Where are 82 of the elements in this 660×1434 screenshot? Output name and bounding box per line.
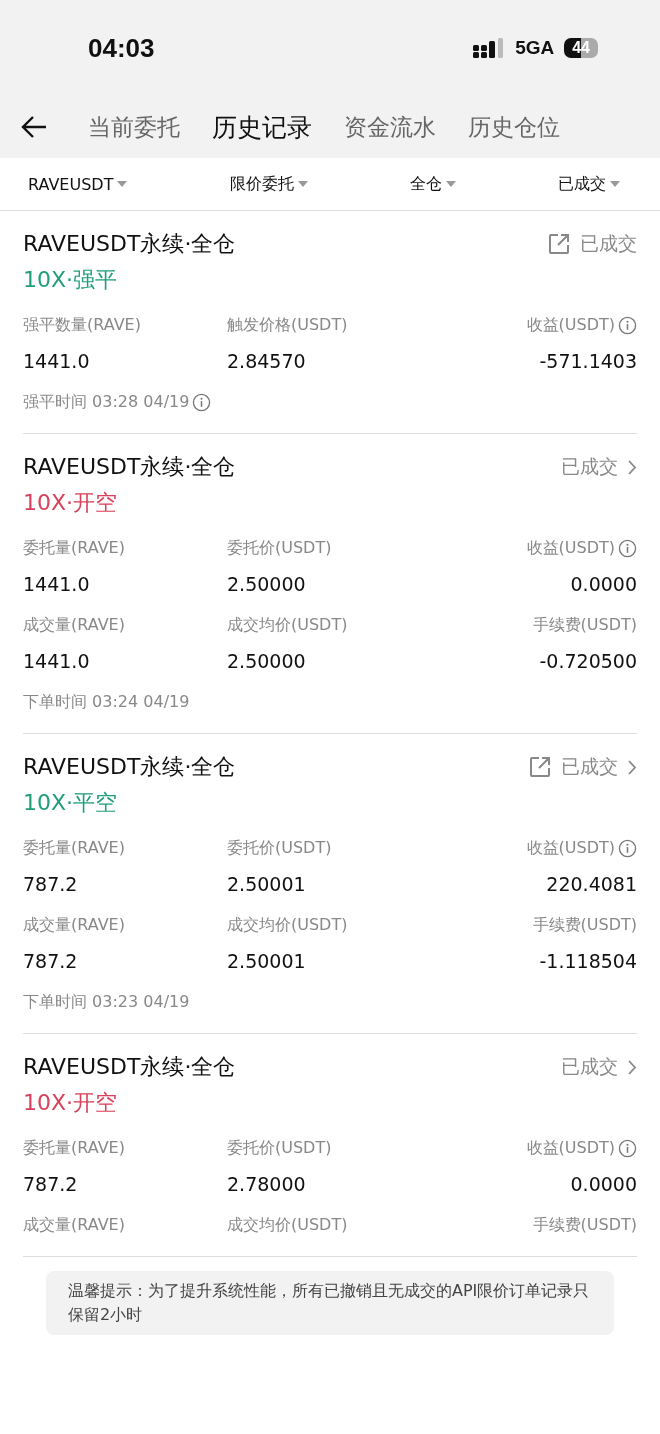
- tab[interactable]: 资金流水: [328, 111, 452, 143]
- field-label: 成交均价(USDT): [227, 615, 348, 636]
- field-label: 手续费(USDT): [532, 1215, 637, 1236]
- field-value: 787.2: [23, 1173, 79, 1195]
- field-value: 0.0000: [570, 573, 637, 595]
- order-time: 强平时间 03:28 04/19: [23, 392, 190, 413]
- field-label: 收益(USDT): [526, 1138, 615, 1159]
- field-label: 强平数量(RAVE): [23, 315, 141, 336]
- field-label: 成交量(RAVE): [23, 915, 125, 936]
- field-value: 220.4081: [546, 873, 637, 895]
- leverage-side: 10X·平空: [23, 789, 119, 817]
- field-label: 委托价(USDT): [227, 838, 332, 859]
- field-label: 成交量(RAVE): [23, 1215, 125, 1236]
- field-value: 1441.0: [23, 350, 91, 372]
- field-value: 2.50001: [227, 950, 307, 972]
- field-label: 委托价(USDT): [227, 1138, 332, 1159]
- order-status[interactable]: 已成交: [561, 754, 618, 780]
- back-arrow-icon[interactable]: [20, 115, 48, 139]
- chevron-right-icon[interactable]: [628, 1059, 637, 1075]
- order-title: RAVEUSDT永续·全仓: [23, 453, 236, 481]
- field-value: 2.78000: [227, 1173, 307, 1195]
- leverage-side: 10X·开空: [23, 489, 119, 517]
- field-label: 成交量(RAVE): [23, 615, 125, 636]
- chevron-right-icon[interactable]: [628, 759, 637, 775]
- order-title: RAVEUSDT永续·全仓: [23, 1053, 236, 1081]
- share-icon[interactable]: [548, 233, 570, 255]
- leverage-side: 10X·开空: [23, 1089, 119, 1117]
- field-value: -1.118504: [539, 950, 637, 972]
- signal-icon: [473, 38, 506, 58]
- field-value: 2.84570: [227, 350, 307, 372]
- field-value: 787.2: [23, 950, 79, 972]
- field-value: -571.1403: [539, 350, 637, 372]
- field-value: 1441.0: [23, 650, 91, 672]
- info-icon[interactable]: [618, 839, 637, 858]
- field-label: 收益(USDT): [526, 315, 615, 336]
- order-time: 下单时间 03:24 04/19: [23, 692, 190, 713]
- field-value: 2.50000: [227, 573, 307, 595]
- field-label: 收益(USDT): [526, 538, 615, 559]
- info-icon[interactable]: [618, 316, 637, 335]
- chevron-right-icon[interactable]: [628, 459, 637, 475]
- caret-icon: [117, 181, 128, 187]
- info-icon[interactable]: [618, 539, 637, 558]
- field-value: 787.2: [23, 873, 79, 895]
- tab[interactable]: 历史记录: [196, 110, 328, 144]
- field-label: 委托量(RAVE): [23, 838, 125, 859]
- field-value: 1441.0: [23, 573, 91, 595]
- filter-dropdown[interactable]: 已成交: [557, 173, 620, 195]
- battery-level: 44: [564, 38, 598, 58]
- field-label: 成交均价(USDT): [227, 1215, 348, 1236]
- order-time: 下单时间 03:23 04/19: [23, 992, 190, 1013]
- leverage-side: 10X·强平: [23, 266, 119, 294]
- caret-icon: [445, 181, 456, 187]
- network-label: 5GA: [515, 37, 555, 59]
- info-icon[interactable]: [618, 1139, 637, 1158]
- filter-dropdown[interactable]: 全仓: [409, 173, 456, 195]
- notice-banner: 温馨提示：为了提升系统性能，所有已撤销且无成交的API限价订单记录只保留2小时: [46, 1271, 614, 1335]
- field-label: 委托价(USDT): [227, 538, 332, 559]
- caret-icon: [297, 181, 308, 187]
- order-status[interactable]: 已成交: [580, 231, 637, 257]
- caret-icon: [609, 181, 620, 187]
- tab[interactable]: 当前委托: [72, 111, 196, 143]
- info-icon[interactable]: [192, 393, 212, 412]
- field-label: 收益(USDT): [526, 838, 615, 859]
- field-label: 手续费(USDT): [532, 615, 637, 636]
- tab[interactable]: 历史仓位: [452, 111, 576, 143]
- field-value: 0.0000: [570, 1173, 637, 1195]
- status-time: 04:03: [88, 32, 155, 64]
- filter-dropdown[interactable]: RAVEUSDT: [28, 174, 128, 194]
- field-label: 触发价格(USDT): [227, 315, 348, 336]
- field-label: 手续费(USDT): [532, 915, 637, 936]
- order-title: RAVEUSDT永续·全仓: [23, 230, 236, 258]
- order-status[interactable]: 已成交: [561, 1054, 618, 1080]
- filter-dropdown[interactable]: 限价委托: [229, 173, 308, 195]
- field-label: 委托量(RAVE): [23, 538, 125, 559]
- field-label: 成交均价(USDT): [227, 915, 348, 936]
- field-value: -0.720500: [539, 650, 637, 672]
- order-title: RAVEUSDT永续·全仓: [23, 753, 236, 781]
- field-label: 委托量(RAVE): [23, 1138, 125, 1159]
- field-value: 2.50000: [227, 650, 307, 672]
- order-status[interactable]: 已成交: [561, 454, 618, 480]
- field-value: 2.50001: [227, 873, 307, 895]
- share-icon[interactable]: [529, 756, 551, 778]
